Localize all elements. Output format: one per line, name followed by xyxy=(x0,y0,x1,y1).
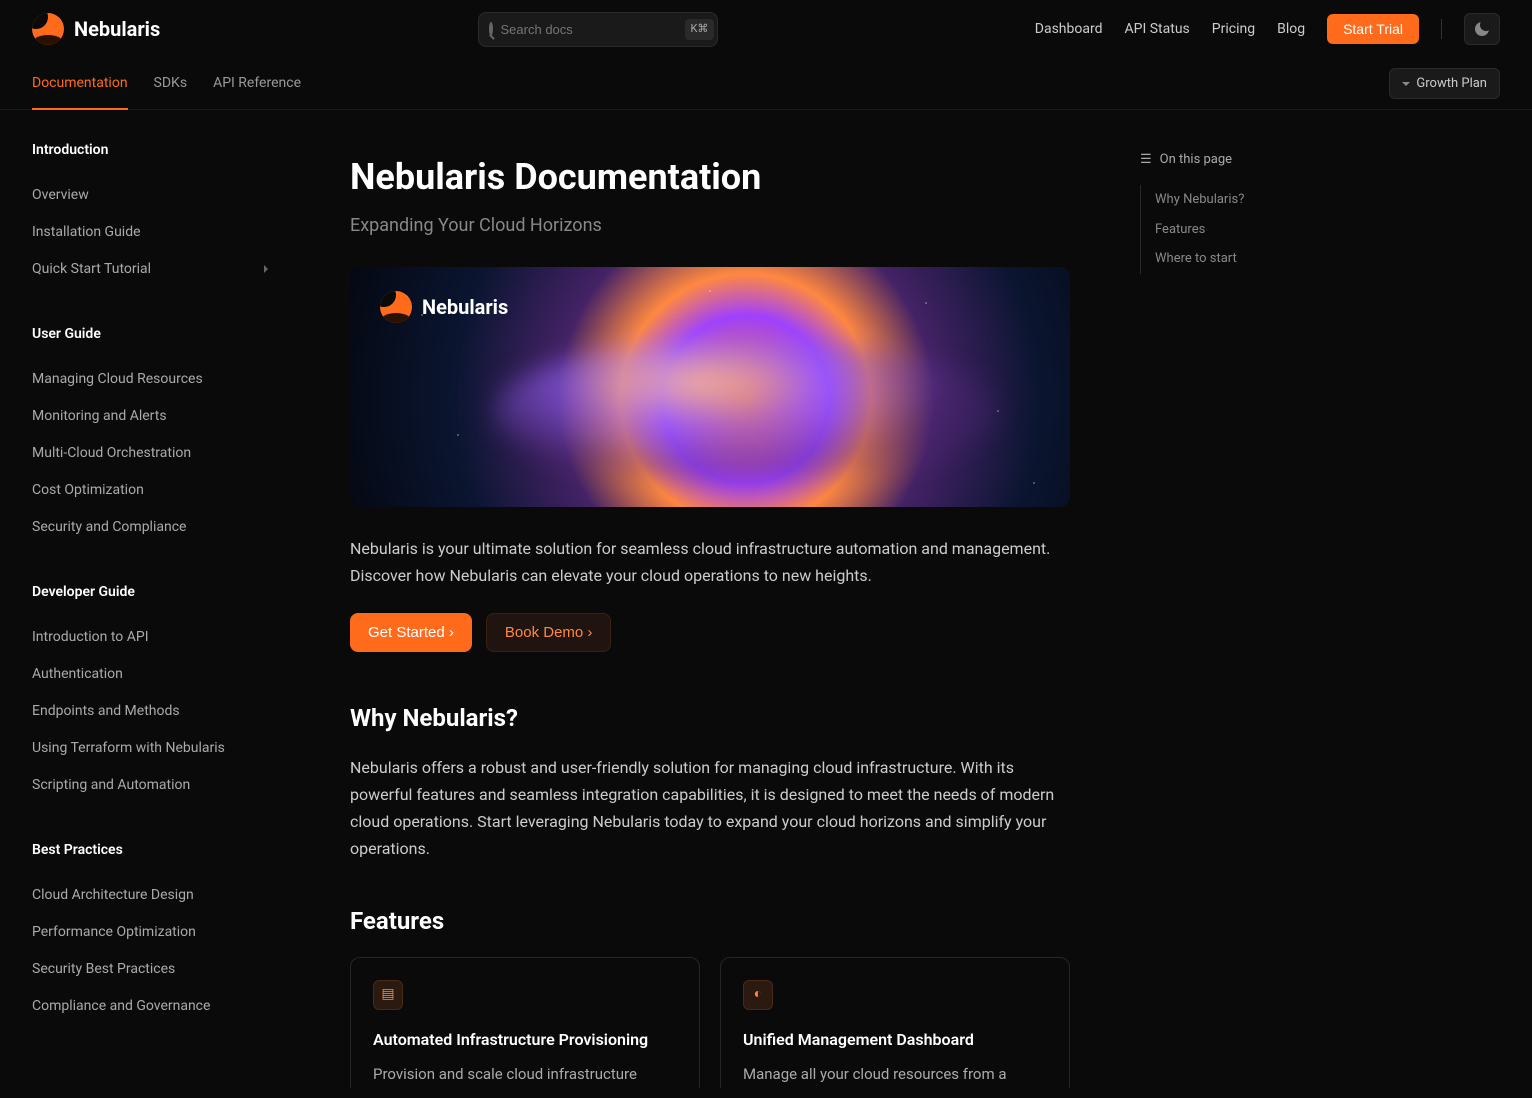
logo-icon xyxy=(32,13,64,45)
sidebar-item[interactable]: Compliance and Governance xyxy=(32,988,268,1025)
gauge-icon: ◐ xyxy=(743,980,773,1010)
sidebar-item[interactable]: Multi-Cloud Orchestration xyxy=(32,435,268,472)
card-text: Provision and scale cloud infrastructure xyxy=(373,1062,677,1086)
why-heading: Why Nebularis? xyxy=(350,700,1070,736)
toc-item[interactable]: Features xyxy=(1155,215,1350,245)
logo-icon xyxy=(380,291,412,323)
sidebar-group-user-guide[interactable]: User Guide xyxy=(32,324,268,345)
feature-card[interactable]: ▤ Automated Infrastructure Provisioning … xyxy=(350,957,700,1088)
theme-toggle[interactable] xyxy=(1464,13,1500,45)
sidebar: Introduction Overview Installation Guide… xyxy=(0,110,300,1088)
tab-api-reference[interactable]: API Reference xyxy=(213,59,301,108)
start-trial-button[interactable]: Start Trial xyxy=(1327,14,1419,44)
feature-card[interactable]: ◐ Unified Management Dashboard Manage al… xyxy=(720,957,1070,1088)
server-icon: ▤ xyxy=(373,980,403,1010)
sidebar-item[interactable]: Cloud Architecture Design xyxy=(32,877,268,914)
moon-icon xyxy=(1475,22,1489,36)
why-paragraph: Nebularis offers a robust and user-frien… xyxy=(350,754,1070,863)
sidebar-item[interactable]: Security Best Practices xyxy=(32,951,268,988)
plan-label: Growth Plan xyxy=(1416,74,1487,94)
get-started-button[interactable]: Get Started › xyxy=(350,613,472,652)
hero-image: Nebularis xyxy=(350,267,1070,507)
sidebar-item-overview[interactable]: Overview xyxy=(32,177,268,214)
nav-dashboard[interactable]: Dashboard xyxy=(1035,19,1103,40)
main-content: Nebularis Documentation Expanding Your C… xyxy=(300,110,1120,1088)
brand-name: Nebularis xyxy=(74,14,160,44)
card-text: Manage all your cloud resources from a xyxy=(743,1062,1047,1086)
nav-api-status[interactable]: API Status xyxy=(1125,19,1190,40)
card-title: Automated Infrastructure Provisioning xyxy=(373,1028,677,1052)
sidebar-item[interactable]: Performance Optimization xyxy=(32,914,268,951)
sidebar-item[interactable]: Monitoring and Alerts xyxy=(32,398,268,435)
sidebar-item[interactable]: Managing Cloud Resources xyxy=(32,361,268,398)
book-demo-button[interactable]: Book Demo › xyxy=(486,613,612,652)
plan-selector[interactable]: Growth Plan xyxy=(1389,68,1500,100)
page-subtitle: Expanding Your Cloud Horizons xyxy=(350,212,1070,239)
search-input[interactable] xyxy=(501,22,677,37)
sidebar-item-quickstart[interactable]: Quick Start Tutorial xyxy=(32,251,268,288)
sidebar-group-best-practices[interactable]: Best Practices xyxy=(32,840,268,861)
intro-paragraph: Nebularis is your ultimate solution for … xyxy=(350,535,1070,589)
divider xyxy=(1441,19,1442,39)
chevron-down-icon xyxy=(1402,82,1410,86)
sidebar-group-developer-guide[interactable]: Developer Guide xyxy=(32,582,268,603)
search-icon xyxy=(489,22,493,36)
sidebar-item[interactable]: Introduction to API xyxy=(32,619,268,656)
sidebar-item[interactable]: Cost Optimization xyxy=(32,472,268,509)
sidebar-item[interactable]: Authentication xyxy=(32,656,268,693)
sidebar-item-installation[interactable]: Installation Guide xyxy=(32,214,268,251)
sidebar-item[interactable]: Scripting and Automation xyxy=(32,767,268,804)
brand-logo[interactable]: Nebularis xyxy=(32,13,160,45)
page-title: Nebularis Documentation xyxy=(350,150,1070,204)
list-icon: ☰ xyxy=(1140,150,1152,170)
table-of-contents: ☰ On this page Why Nebularis? Features W… xyxy=(1120,110,1370,1088)
sidebar-item[interactable]: Security and Compliance xyxy=(32,509,268,546)
chevron-right-icon xyxy=(264,265,268,273)
nav-blog[interactable]: Blog xyxy=(1277,19,1305,40)
toc-item[interactable]: Where to start xyxy=(1155,244,1350,274)
tab-documentation[interactable]: Documentation xyxy=(32,59,128,110)
toc-item[interactable]: Why Nebularis? xyxy=(1155,185,1350,215)
search-box[interactable]: K⌘ xyxy=(478,12,718,47)
nav-pricing[interactable]: Pricing xyxy=(1212,19,1255,40)
sidebar-group-introduction[interactable]: Introduction xyxy=(32,140,268,161)
toc-label: On this page xyxy=(1160,150,1232,170)
sidebar-item[interactable]: Endpoints and Methods xyxy=(32,693,268,730)
sidebar-item[interactable]: Using Terraform with Nebularis xyxy=(32,730,268,767)
search-kbd: K⌘ xyxy=(685,19,715,40)
tab-sdks[interactable]: SDKs xyxy=(154,59,188,108)
hero-brand: Nebularis xyxy=(422,292,508,322)
card-title: Unified Management Dashboard xyxy=(743,1028,1047,1052)
features-heading: Features xyxy=(350,903,1070,939)
